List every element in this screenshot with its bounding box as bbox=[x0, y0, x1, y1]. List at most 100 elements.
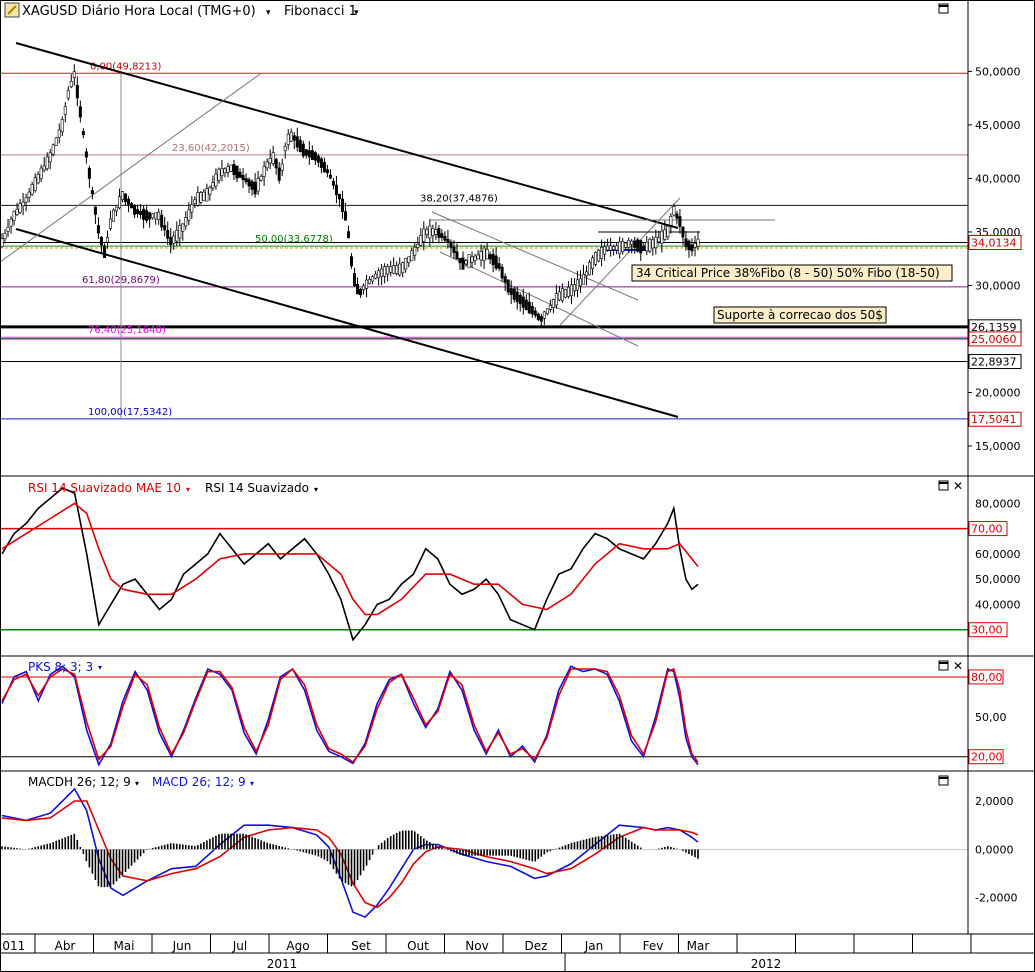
candle-up bbox=[118, 196, 122, 209]
candle-down bbox=[500, 266, 504, 279]
candle-up bbox=[217, 168, 221, 181]
candle-up bbox=[51, 144, 55, 155]
candle-down bbox=[488, 254, 492, 260]
candle-down bbox=[253, 181, 257, 195]
candle-up bbox=[551, 298, 555, 308]
candle-up bbox=[154, 212, 158, 220]
rsi-tick-label: 50,0000 bbox=[975, 573, 1021, 586]
candle-down bbox=[449, 241, 453, 248]
macd-legend[interactable]: MACD 26; 12; 9 bbox=[152, 775, 246, 789]
candle-down bbox=[87, 167, 91, 179]
candle-up bbox=[175, 229, 179, 242]
candle-up bbox=[114, 206, 118, 212]
candle-down bbox=[78, 106, 82, 118]
candle-up bbox=[9, 218, 13, 227]
candle-down bbox=[536, 313, 540, 320]
candle-down bbox=[340, 198, 344, 212]
candle-up bbox=[184, 217, 188, 227]
candle-up bbox=[15, 208, 19, 215]
candle-down bbox=[169, 236, 173, 246]
pks-dropdown-icon[interactable]: ▾ bbox=[98, 663, 102, 672]
study-dropdown-icon[interactable]: ▾ bbox=[354, 8, 359, 18]
candle-down bbox=[307, 150, 311, 158]
candle-down bbox=[304, 149, 308, 156]
candle-up bbox=[268, 158, 272, 164]
pks-level-badge: 80,00 bbox=[971, 671, 1003, 684]
candle-up bbox=[6, 227, 10, 232]
candle-down bbox=[633, 240, 637, 248]
candle-up bbox=[657, 237, 661, 243]
macd-tick-label: 2,0000 bbox=[975, 795, 1014, 808]
candle-up bbox=[582, 273, 586, 285]
candle-up bbox=[395, 265, 399, 274]
candle-down bbox=[506, 279, 510, 293]
candle-down bbox=[84, 151, 88, 158]
candle-up bbox=[27, 191, 31, 198]
candle-down bbox=[93, 206, 97, 215]
candle-down bbox=[512, 288, 516, 300]
candle-down bbox=[127, 198, 131, 205]
candle-up bbox=[545, 308, 549, 315]
pks-legend[interactable]: PKS 8; 3; 3 bbox=[28, 660, 93, 674]
candle-down bbox=[148, 212, 152, 220]
candle-down bbox=[639, 240, 643, 254]
candle-up bbox=[645, 241, 649, 252]
candle-down bbox=[437, 228, 441, 238]
macdh-dropdown-icon[interactable]: ▾ bbox=[135, 779, 139, 788]
price-tick-label: 50,0000 bbox=[975, 65, 1021, 78]
candle-up bbox=[389, 266, 393, 273]
candle-up bbox=[196, 192, 200, 206]
candle-down bbox=[356, 283, 360, 295]
symbol-dropdown-icon[interactable]: ▾ bbox=[266, 8, 271, 18]
price-badge: 22,8937 bbox=[971, 356, 1017, 369]
candle-up bbox=[45, 156, 49, 169]
candle-up bbox=[172, 235, 176, 244]
candle-down bbox=[353, 273, 357, 286]
candle-down bbox=[642, 245, 646, 251]
candle-up bbox=[265, 161, 269, 169]
candle-up bbox=[374, 273, 378, 279]
candle-up bbox=[473, 255, 477, 261]
rsi-ma-legend[interactable]: RSI 14 Suavizado MAE 10 bbox=[28, 481, 181, 495]
candle-up bbox=[422, 228, 426, 242]
candle-up bbox=[105, 237, 109, 243]
month-label: Dez bbox=[525, 939, 548, 953]
candle-up bbox=[563, 289, 567, 298]
candle-down bbox=[166, 230, 170, 239]
candle-up bbox=[12, 210, 16, 222]
candle-down bbox=[675, 213, 679, 219]
candle-up bbox=[54, 137, 58, 146]
candle-up bbox=[482, 247, 486, 261]
candle-down bbox=[238, 171, 242, 178]
candle-up bbox=[262, 166, 266, 177]
candle-up bbox=[419, 235, 423, 246]
candle-up bbox=[229, 164, 233, 172]
symbol-title[interactable]: XAGUSD Diário Hora Local (TMG+0) bbox=[22, 4, 256, 19]
candle-up bbox=[48, 152, 52, 163]
candle-up bbox=[386, 266, 390, 275]
candle-up bbox=[202, 191, 206, 201]
candle-down bbox=[334, 184, 338, 196]
candle-up bbox=[18, 203, 22, 213]
candle-up bbox=[609, 245, 613, 251]
candle-up bbox=[69, 81, 73, 88]
rsi-legend[interactable]: RSI 14 Suavizado bbox=[205, 481, 309, 495]
macdh-legend[interactable]: MACDH 26; 12; 9 bbox=[28, 775, 131, 789]
candle-up bbox=[597, 249, 601, 262]
month-label: Nov bbox=[465, 939, 488, 953]
rsi-dropdown-icon[interactable]: ▾ bbox=[314, 485, 318, 494]
candle-up bbox=[660, 230, 664, 244]
candle-up bbox=[663, 229, 667, 240]
candle-up bbox=[21, 201, 25, 207]
candle-down bbox=[509, 288, 513, 295]
candle-down bbox=[90, 190, 94, 194]
study-title[interactable]: Fibonacci 1 bbox=[284, 4, 357, 19]
candle-up bbox=[572, 284, 576, 292]
candle-up bbox=[271, 152, 275, 164]
candle-up bbox=[368, 279, 372, 284]
month-label: Ago bbox=[286, 939, 309, 953]
candle-up bbox=[283, 146, 287, 152]
macd-dropdown-icon[interactable]: ▾ bbox=[250, 779, 254, 788]
rsi-ma-dropdown-icon[interactable]: ▾ bbox=[186, 485, 190, 494]
candle-down bbox=[139, 210, 143, 215]
